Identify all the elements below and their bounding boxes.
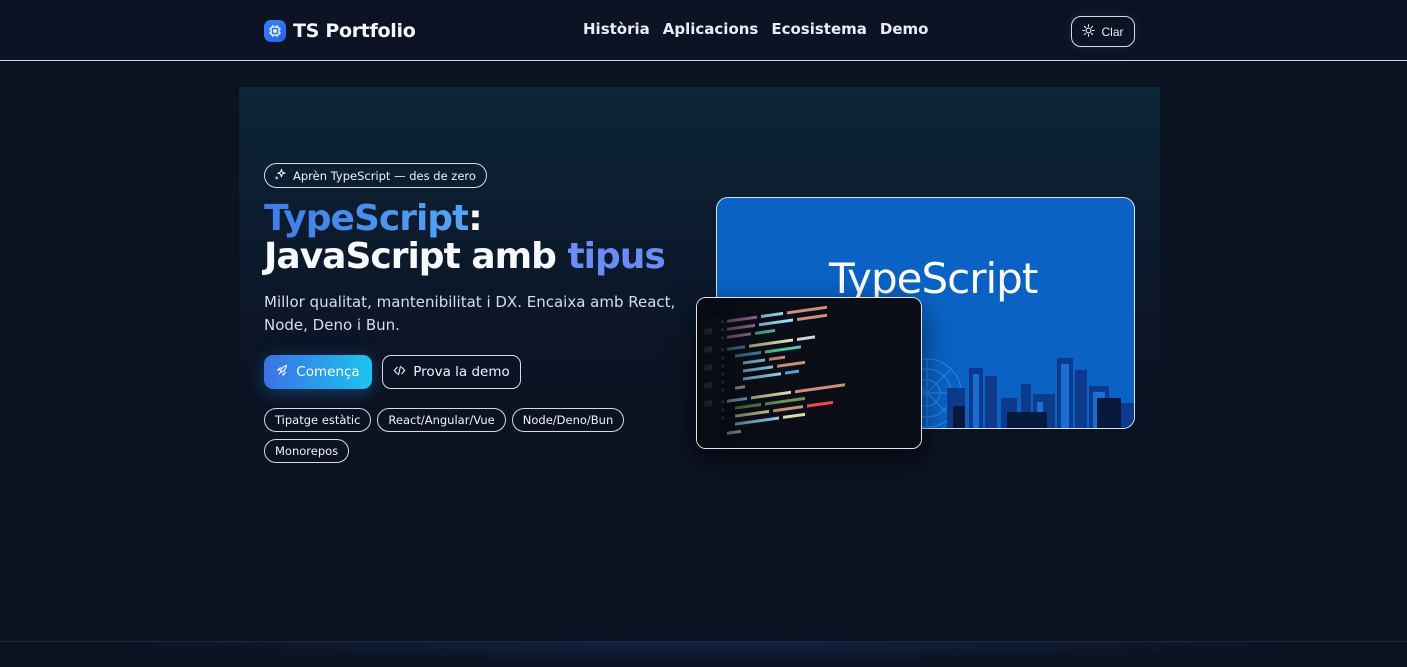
tag-list: Tipatge estàtic React/Angular/Vue Node/D… xyxy=(264,408,684,463)
hero-lead: Millor qualitat, mantenibilitat i DX. En… xyxy=(264,293,676,334)
hero-title-tipus: tipus xyxy=(567,236,665,277)
hero-title-colon: : xyxy=(468,198,482,239)
code-editor-image xyxy=(696,297,922,449)
tag-monorepos: Monorepos xyxy=(264,439,350,463)
tag-runtimes: Node/Deno/Bun xyxy=(511,408,625,432)
chip-icon xyxy=(264,20,286,42)
nav-link-historia[interactable]: Història xyxy=(583,20,650,38)
brand-link[interactable]: TS Portfolio xyxy=(264,18,416,44)
hero-title-typescript: TypeScript xyxy=(264,198,469,239)
top-navbar: TS Portfolio Història Aplicacions Ecosis… xyxy=(0,0,1407,61)
footer xyxy=(0,641,1407,667)
theme-toggle-label: Clar xyxy=(1101,24,1124,39)
main-nav: Història Aplicacions Ecosistema Demo xyxy=(583,20,928,38)
tag-static-typing: Tipatge estàtic xyxy=(264,408,372,432)
theme-toggle-button[interactable]: Clar xyxy=(1071,16,1135,47)
brand-name: TS Portfolio xyxy=(293,20,416,42)
nav-link-aplicacions[interactable]: Aplicacions xyxy=(663,20,759,38)
try-demo-button[interactable]: Prova la demo xyxy=(382,355,521,389)
try-demo-button-label: Prova la demo xyxy=(413,364,510,380)
code-icon xyxy=(393,364,406,381)
rocket-icon xyxy=(276,364,289,381)
hero-title: TypeScript: JavaScript amb tipus xyxy=(264,200,694,276)
code-editor-illustration xyxy=(697,298,921,448)
tag-frameworks: React/Angular/Vue xyxy=(377,408,506,432)
sparkles-icon xyxy=(274,168,287,184)
nav-link-demo[interactable]: Demo xyxy=(880,20,929,38)
hero-badge-label: Aprèn TypeScript — des de zero xyxy=(293,168,476,183)
start-button[interactable]: Comença xyxy=(264,355,372,389)
hero-title-javascript: JavaScript amb xyxy=(264,236,568,277)
hero-badge: Aprèn TypeScript — des de zero xyxy=(264,163,487,188)
nav-link-ecosistema[interactable]: Ecosistema xyxy=(771,20,867,38)
start-button-label: Comença xyxy=(296,364,360,380)
sun-icon xyxy=(1082,23,1096,40)
